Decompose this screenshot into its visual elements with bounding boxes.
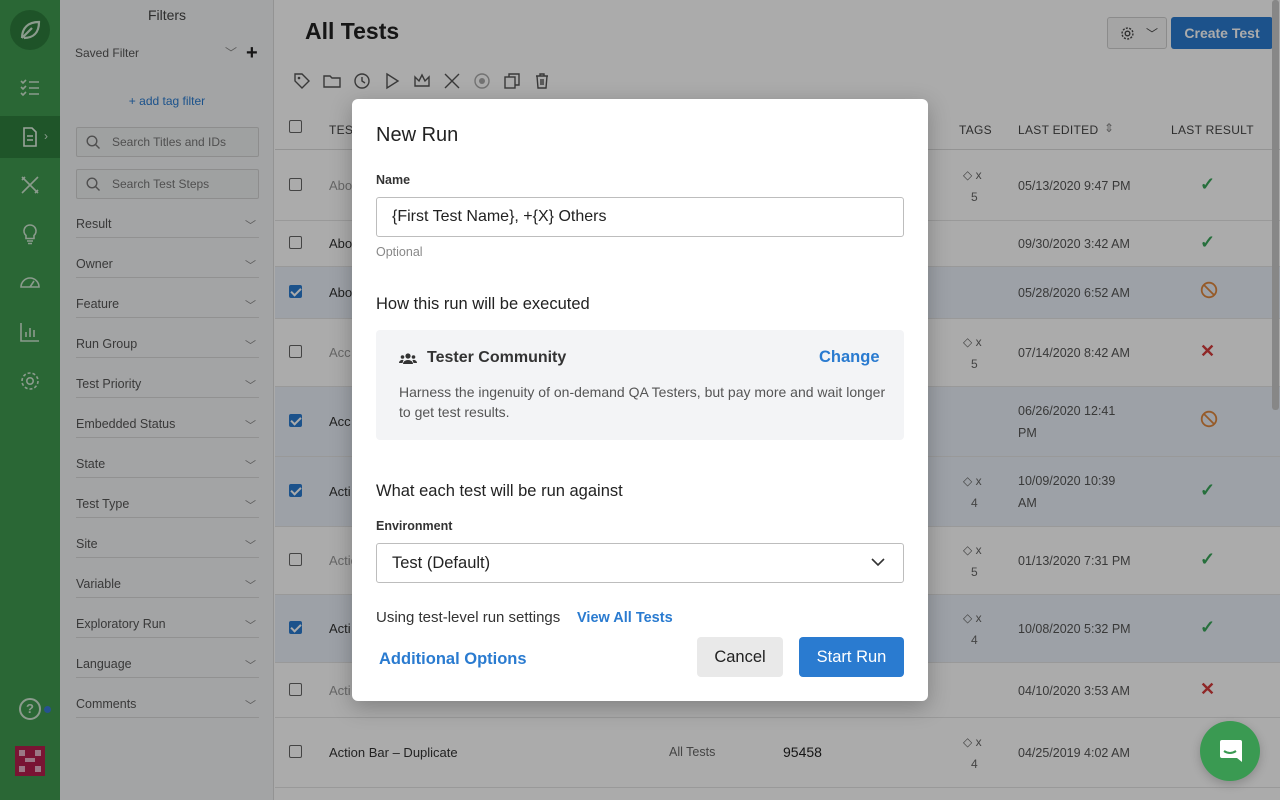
new-run-dialog: New Run Name {First Test Name}, +{X} Oth… [352,99,928,701]
start-run-button[interactable]: Start Run [799,637,904,677]
execution-method-card: Tester Community Change Harness the inge… [376,330,904,440]
chat-launcher[interactable] [1200,721,1260,781]
users-icon [399,353,417,364]
execution-heading: How this run will be executed [376,295,590,313]
additional-options-link[interactable]: Additional Options [379,650,527,669]
name-label: Name [376,173,411,187]
run-name-input[interactable]: {First Test Name}, +{X} Others [376,197,904,237]
run-settings-text: Using test-level run settings [376,609,561,626]
change-method-link[interactable]: Change [819,348,880,367]
chat-icon [1220,740,1242,762]
environment-select[interactable]: Test (Default) [376,543,904,583]
chevron-down-icon [871,558,885,567]
view-all-tests-link[interactable]: View All Tests [577,610,673,626]
dialog-title: New Run [376,124,459,146]
target-heading: What each test will be run against [376,482,623,500]
execution-method-title: Tester Community [427,349,567,366]
name-optional-hint: Optional [376,245,423,259]
environment-value: Test (Default) [392,554,491,572]
execution-method-description: Harness the ingenuity of on-demand QA Te… [399,384,886,420]
environment-label: Environment [376,519,453,533]
cancel-button[interactable]: Cancel [697,637,783,677]
